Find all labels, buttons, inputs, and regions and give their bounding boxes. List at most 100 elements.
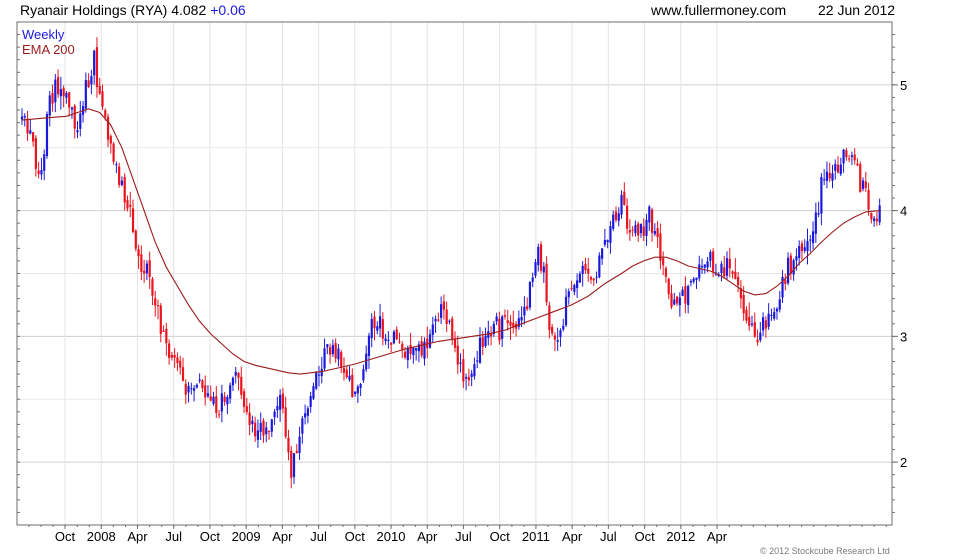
candle-body [370, 319, 373, 339]
candle-body [32, 132, 35, 142]
candle-body [76, 130, 79, 133]
candle-body [709, 252, 712, 261]
candle-body [531, 277, 534, 282]
candle-body [273, 411, 276, 418]
candle-body [112, 143, 115, 162]
candle-body [440, 304, 443, 318]
candle-body [836, 164, 840, 173]
candle-body [340, 351, 343, 368]
candle-body [342, 367, 346, 373]
candle-body [459, 362, 462, 364]
candle-body [817, 213, 820, 215]
candle-body [331, 345, 334, 355]
candle-body [165, 328, 168, 344]
candle-body [34, 138, 37, 169]
candle-body [448, 320, 451, 322]
candle-body [345, 369, 348, 377]
candle-body [520, 316, 523, 321]
candle-body [279, 394, 282, 410]
candle-body [842, 149, 845, 164]
copyright: © 2012 Stockcube Research Ltd [760, 546, 890, 556]
candle-body [320, 368, 323, 377]
candle-body [667, 278, 670, 295]
candle-body [290, 451, 293, 478]
x-tick-label: Jul [455, 529, 472, 544]
candle-body [62, 88, 65, 97]
candle-body [764, 320, 767, 329]
candle-body [248, 412, 251, 426]
candle-body [376, 326, 379, 331]
candle-body [409, 344, 412, 354]
candle-body [245, 406, 248, 413]
candle-body [365, 353, 368, 370]
candle-body [687, 286, 690, 306]
candle-body [467, 376, 470, 381]
candle-body [614, 211, 618, 221]
candle-body [689, 280, 693, 283]
candle-body [198, 379, 201, 381]
ema-line [21, 108, 880, 375]
candle-body [767, 313, 770, 327]
candle-body [226, 397, 229, 405]
candle-body [93, 50, 96, 76]
x-tick-label: Oct [490, 529, 511, 544]
candle-body [848, 158, 851, 160]
candle-body [26, 118, 29, 134]
candle-body [598, 255, 601, 278]
candle-body [856, 163, 859, 166]
candle-body [287, 437, 290, 453]
candle-body [306, 408, 309, 416]
candle-body [587, 268, 590, 274]
candle-body [601, 248, 604, 259]
candle-body [317, 374, 321, 376]
candle-body [820, 176, 823, 214]
candle-body [51, 92, 54, 104]
candle-body [473, 364, 476, 377]
candle-body [700, 266, 704, 268]
candle-body [68, 92, 71, 108]
candle-body [556, 340, 559, 342]
candle-body [254, 422, 257, 437]
candle-body [784, 279, 787, 284]
candle-body [159, 305, 162, 335]
candle-body [292, 453, 296, 477]
candle-body [398, 341, 401, 343]
candle-body [204, 385, 207, 398]
candle-body [220, 393, 223, 412]
candle-body [312, 386, 315, 399]
x-tick-label: 2009 [232, 529, 261, 544]
candle-body [712, 251, 715, 272]
candle-body [206, 393, 210, 397]
candle-body [223, 396, 226, 403]
candle-body [104, 110, 107, 117]
candle-body [811, 231, 815, 244]
candle-body [187, 385, 190, 393]
candle-body [800, 243, 804, 252]
candle-body [59, 89, 62, 97]
legend-item: EMA 200 [22, 42, 75, 57]
candle-body [390, 342, 393, 345]
candle-body [229, 385, 232, 399]
candle-body [295, 450, 298, 454]
candle-body [118, 166, 121, 185]
candle-body [304, 413, 307, 418]
candle-body [79, 113, 82, 129]
candle-body [478, 337, 482, 363]
x-tick-label: 2008 [87, 529, 116, 544]
candle-body [728, 258, 731, 269]
candle-body [684, 286, 687, 304]
ema-200-line [21, 108, 880, 375]
candle-body [809, 239, 812, 241]
candle-body [328, 347, 332, 355]
x-tick-label: Oct [345, 529, 366, 544]
candle-body [681, 289, 684, 296]
x-tick-label: Oct [55, 529, 76, 544]
x-tick-label: Apr [417, 529, 438, 544]
candle-body [176, 357, 179, 363]
candle-body [29, 130, 32, 134]
candle-body [828, 172, 831, 179]
candle-body [387, 339, 390, 341]
candle-body [750, 323, 754, 325]
candle-body [168, 343, 171, 358]
candle-body [323, 348, 326, 369]
